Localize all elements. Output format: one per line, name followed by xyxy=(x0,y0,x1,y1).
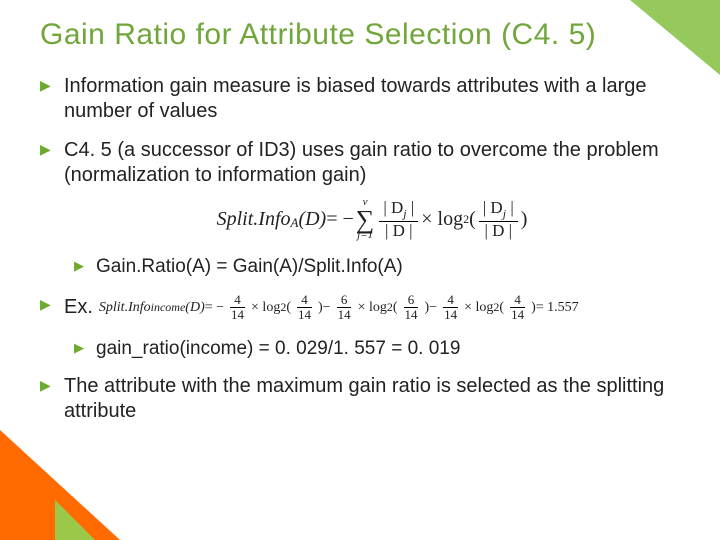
bullet-2-text: C4. 5 (a successor of ID3) uses gain rat… xyxy=(64,139,659,186)
formula-lhs-sub: A xyxy=(291,215,299,231)
formula-lhs-name: Split.Info xyxy=(217,207,291,232)
bullet-2: C4. 5 (a successor of ID3) uses gain rat… xyxy=(40,138,680,279)
split-info-formula: Split.Info A (D) = − v ∑ j=1 | Dj | | D … xyxy=(64,198,680,241)
bullet-3-sub1: gain_ratio(income) = 0. 029/1. 557 = 0. … xyxy=(74,337,680,361)
example-formula: Split.Infoincome(D) = − 414 × log2( 414)… xyxy=(99,293,579,323)
example-label: Ex. xyxy=(64,295,93,320)
bullet-4: The attribute with the maximum gain rati… xyxy=(40,374,680,424)
sum-lower: j=1 xyxy=(357,231,373,241)
bullet-2-sub1: Gain.Ratio(A) = Gain(A)/Split.Info(A) xyxy=(74,255,680,279)
gain-ratio-income: gain_ratio(income) = 0. 029/1. 557 = 0. … xyxy=(96,338,460,359)
decoration-top-triangle xyxy=(630,0,720,75)
fraction-1: | Dj | | D | xyxy=(379,199,418,240)
bullet-3: Ex. Split.Infoincome(D) = − 414 × log2( … xyxy=(40,293,680,360)
decoration-bottom-triangle-green xyxy=(55,500,95,540)
bullet-list: Information gain measure is biased towar… xyxy=(40,74,680,424)
fraction-2: | Dj | | D | xyxy=(479,199,518,240)
bullet-1: Information gain measure is biased towar… xyxy=(40,74,680,124)
bullet-4-text: The attribute with the maximum gain rati… xyxy=(64,375,664,422)
summation-icon: v ∑ j=1 xyxy=(356,198,375,241)
slide-title: Gain Ratio for Attribute Selection (C4. … xyxy=(40,18,680,52)
times-log: × log xyxy=(421,207,463,232)
formula-eq: = − xyxy=(326,207,354,232)
gain-ratio-def: Gain.Ratio(A) = Gain(A)/Split.Info(A) xyxy=(96,256,403,277)
bullet-1-text: Information gain measure is biased towar… xyxy=(64,75,647,122)
formula-lhs-arg: (D) xyxy=(298,207,326,232)
